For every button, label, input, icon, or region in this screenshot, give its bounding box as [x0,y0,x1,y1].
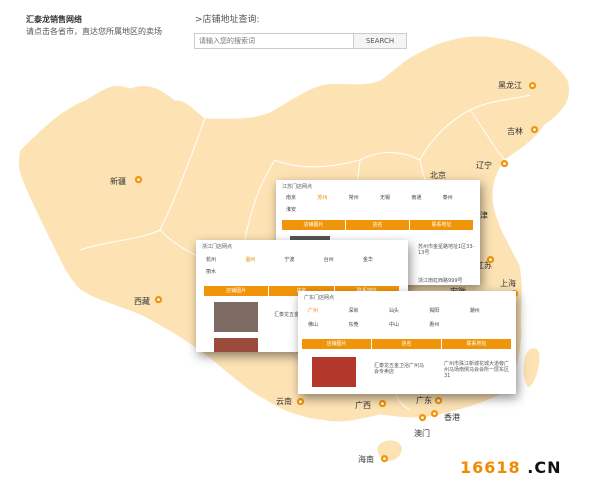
city-tab[interactable]: 无锡 [380,194,411,201]
city-tab[interactable]: 苏州 [317,194,348,201]
province-label[interactable]: 吉林 [507,126,523,137]
location-pin-icon[interactable] [380,455,389,464]
province-label[interactable]: 海南 [358,454,374,465]
location-pin-icon[interactable] [434,397,443,406]
province-label[interactable]: 上海 [500,278,516,289]
location-pin-icon[interactable] [486,256,495,265]
location-pin-icon[interactable] [296,398,305,407]
city-tab[interactable]: 宁波 [284,256,323,263]
city-tab[interactable]: 常州 [349,194,380,201]
search-input[interactable] [194,33,354,49]
province-label[interactable]: 广西 [355,400,371,411]
column-header: 店铺图片 [204,286,270,296]
store-photo [214,338,258,352]
city-tab[interactable]: 杭州 [206,256,245,263]
city-tab[interactable]: 东莞 [348,321,388,328]
column-header: 店铺图片 [302,339,372,349]
store-address: 广州市珠江新城花城大道旁广州马场南侧马会会所一层东区31 [444,361,510,379]
city-tab[interactable]: 广州 [308,307,348,314]
city-tab[interactable]: 中山 [389,321,429,328]
province-label[interactable]: 广东 [416,395,432,406]
city-tabs: 佛山 东莞 中山 惠州 [308,321,510,328]
city-tabs: 广州 深圳 汕头 揭阳 潮州 [308,307,510,314]
city-tab[interactable]: 泰州 [443,194,474,201]
city-tabs: 丽水 [206,268,402,275]
brand-text: 16618 [460,458,521,477]
location-pin-icon[interactable] [378,400,387,409]
city-tabs: 淮安 [286,206,474,213]
province-label[interactable]: 澳门 [414,428,430,439]
brand-suffix: .CN [520,458,562,477]
search-label: >店铺地址查询: [195,15,260,25]
column-header: 店名 [372,339,442,349]
column-header: 店名 [346,220,410,230]
province-label[interactable]: 云南 [276,396,292,407]
store-name: 汇泰龙五金卫浴广州马会专卖店 [374,363,425,375]
store-address: 苏州市金星路地址1区33-13号 [418,244,475,256]
location-pin-icon[interactable] [154,296,163,305]
column-header: 联系地址 [410,220,474,230]
column-header: 店铺图片 [282,220,346,230]
city-tab[interactable]: 汕头 [389,307,429,314]
header-subtitle: 请点击各省市，直达您所属地区的卖场 [26,27,162,36]
city-tab[interactable]: 丽水 [206,268,402,275]
header-title: 汇泰龙销售网络 [26,15,82,24]
card-title: 广东门店网点 [304,295,335,301]
table-header: 店铺图片 店名 联系地址 [282,220,474,230]
city-tab[interactable]: 潮州 [470,307,510,314]
location-pin-icon[interactable] [134,176,143,185]
store-address: 浙江南虹西路999号 [418,278,463,284]
province-label[interactable]: 津 [480,210,488,221]
province-label[interactable]: 香港 [444,412,460,423]
province-label[interactable]: 西藏 [134,296,150,307]
search-button[interactable]: SEARCH [353,33,407,49]
province-label[interactable]: 黑龙江 [498,80,522,91]
city-tab[interactable]: 淮安 [286,206,474,213]
store-photo [312,357,356,387]
city-tab[interactable]: 台州 [324,256,363,263]
store-card-guangdong: 广东门店网点 广州 深圳 汕头 揭阳 潮州 佛山 东莞 中山 惠州 店铺图片 店… [298,291,516,394]
city-tab[interactable]: 深圳 [348,307,388,314]
location-pin-icon[interactable] [528,82,537,91]
brand-logo: 16618 .CN [460,458,561,477]
city-tab[interactable]: 揭阳 [429,307,469,314]
city-tabs: 杭州 温州 宁波 台州 金华 [206,256,402,263]
location-pin-icon[interactable] [418,414,427,423]
card-title: 江苏门店网点 [282,184,313,190]
table-header: 店铺图片 店名 联系地址 [302,339,512,349]
store-photo [214,302,258,332]
city-tab[interactable]: 金华 [363,256,402,263]
province-label[interactable]: 新疆 [110,176,126,187]
city-tab[interactable]: 惠州 [429,321,469,328]
column-header: 联系地址 [442,339,512,349]
city-tab[interactable]: 温州 [245,256,284,263]
city-tab[interactable]: 佛山 [308,321,348,328]
card-title: 浙江门店网点 [202,244,233,250]
city-tab[interactable]: 南京 [286,194,317,201]
location-pin-icon[interactable] [430,410,439,419]
city-tab[interactable]: 南通 [411,194,442,201]
location-pin-icon[interactable] [530,126,539,135]
province-label[interactable]: 辽宁 [476,160,492,171]
location-pin-icon[interactable] [500,160,509,169]
city-tabs: 南京 苏州 常州 无锡 南通 泰州 [286,194,474,201]
